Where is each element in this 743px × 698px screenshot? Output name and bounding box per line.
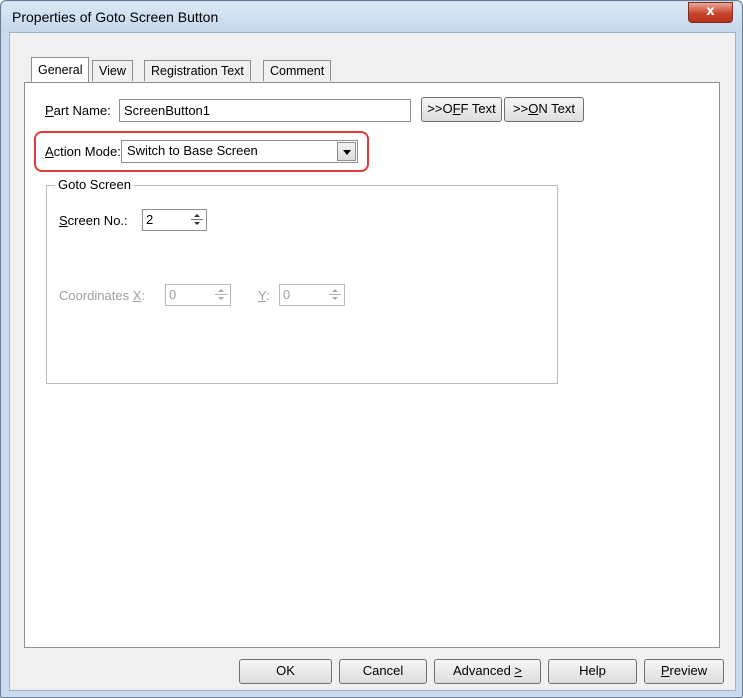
off-text-button[interactable]: >>OFF Text xyxy=(421,97,502,122)
tab-comment[interactable]: Comment xyxy=(263,60,332,81)
ok-button[interactable]: OK xyxy=(239,659,332,684)
screen-no-label: Screen No.: xyxy=(59,213,128,228)
help-button[interactable]: Help xyxy=(548,659,637,684)
chevron-down-icon[interactable] xyxy=(337,142,356,161)
close-icon[interactable]: x xyxy=(688,2,733,23)
spinner-arrows-icon[interactable] xyxy=(213,286,229,304)
coordinates-y-spinner[interactable]: 0 xyxy=(279,284,345,306)
screen-no-value: 2 xyxy=(146,212,154,227)
screen-no-spinner[interactable]: 2 xyxy=(142,209,207,231)
window-title: Properties of Goto Screen Button xyxy=(12,9,219,25)
action-mode-label: Action Mode: xyxy=(45,144,121,159)
goto-screen-group-title: Goto Screen xyxy=(55,177,134,192)
cancel-button[interactable]: Cancel xyxy=(339,659,427,684)
coordinates-x-spinner[interactable]: 0 xyxy=(165,284,231,306)
coordinates-y-label: Y: xyxy=(258,288,270,303)
on-text-button[interactable]: >>ON Text xyxy=(504,97,584,122)
tab-view[interactable]: View xyxy=(92,60,133,81)
tab-general[interactable]: General xyxy=(31,57,90,82)
spinner-arrows-icon[interactable] xyxy=(327,286,343,304)
preview-button[interactable]: Preview xyxy=(644,659,724,684)
action-mode-select[interactable]: Switch to Base Screen xyxy=(121,140,358,163)
part-name-label: Part Name: xyxy=(45,103,111,118)
action-mode-value: Switch to Base Screen xyxy=(127,143,258,158)
coordinates-y-value: 0 xyxy=(283,287,291,302)
coordinates-x-value: 0 xyxy=(169,287,177,302)
coordinates-x-label: Coordinates X: xyxy=(59,288,146,303)
spinner-arrows-icon[interactable] xyxy=(189,211,205,229)
part-name-input[interactable]: ScreenButton1 xyxy=(119,99,411,122)
title-bar[interactable]: Properties of Goto Screen Button xyxy=(2,2,741,32)
advanced-button[interactable]: Advanced > xyxy=(434,659,541,684)
tab-registration-text[interactable]: Registration Text xyxy=(144,60,251,81)
